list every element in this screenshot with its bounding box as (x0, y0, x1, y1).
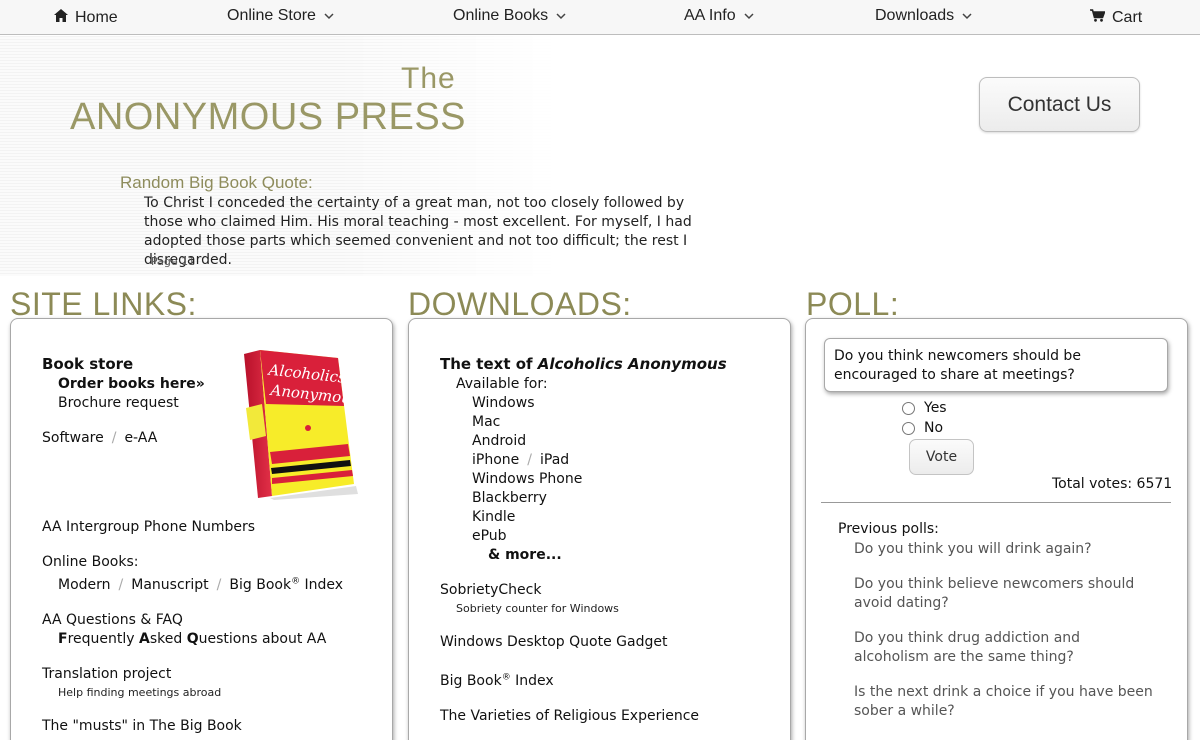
big-book-cover-image[interactable]: Alcoholics Anonymous (240, 348, 360, 500)
registered-mark: ® (501, 672, 511, 683)
previous-poll-item[interactable]: Is the next drink a choice if you have b… (854, 683, 1154, 721)
platform-windows-phone[interactable]: Windows Phone (472, 471, 582, 487)
nav-downloads[interactable]: Downloads (875, 7, 973, 25)
aa-text-link[interactable]: The text of Alcoholics Anonymous (440, 355, 727, 373)
more-platforms-link[interactable]: & more... (488, 547, 562, 563)
yes-label: Yes (924, 400, 947, 416)
nav-cart[interactable]: Cart (1090, 9, 1142, 27)
separator: / (527, 452, 532, 468)
quote-text: To Christ I conceded the certainty of a … (144, 195, 692, 268)
nav-home[interactable]: Home (54, 9, 118, 27)
no-radio[interactable] (902, 421, 915, 435)
vote-button[interactable]: Vote (909, 439, 974, 475)
chevron-down-icon (961, 10, 973, 22)
nav-downloads-label: Downloads (875, 7, 955, 24)
logo-the[interactable]: The (401, 62, 456, 96)
poll-question: Do you think newcomers should be encoura… (824, 338, 1168, 392)
nav-online-books[interactable]: Online Books (453, 7, 567, 25)
faq-q: Q (186, 631, 199, 647)
separator: / (118, 577, 124, 593)
faq-f: F (58, 631, 68, 647)
nav-cart-label: Cart (1112, 9, 1143, 26)
contact-us-button[interactable]: Contact Us (979, 77, 1140, 132)
previous-poll-item[interactable]: Do you think you will drink again? (854, 540, 1154, 559)
software-row: Software / e-AA (42, 430, 157, 446)
chevron-down-icon (743, 10, 755, 22)
manuscript-link[interactable]: Manuscript (131, 577, 208, 593)
aa-text-title: Alcoholics Anonymous (537, 355, 727, 373)
separator: / (216, 577, 222, 593)
available-for-label: Available for: (456, 376, 548, 392)
logo-anonymous-press[interactable]: ANONYMOUS PRESS (70, 96, 466, 139)
index-word: Index (304, 577, 344, 593)
sobriety-check-link[interactable]: SobrietyCheck (440, 582, 541, 598)
previous-poll-item[interactable]: Do you think believe newcomers should av… (854, 575, 1154, 613)
previous-polls-label: Previous polls: (838, 521, 939, 537)
cart-icon (1090, 9, 1106, 27)
order-books-label: Order books here (58, 376, 196, 392)
no-label: No (924, 420, 944, 436)
brochure-request-link[interactable]: Brochure request (58, 395, 179, 411)
faq-subtitle-link[interactable]: Frequently Asked Questions about AA (58, 631, 326, 647)
order-books-arrow: » (195, 376, 205, 392)
separator: / (111, 430, 117, 446)
bigbook-index-link[interactable]: Big Book® Index (229, 577, 343, 593)
registered-mark: ® (291, 576, 301, 587)
sobriety-check-subtitle: Sobriety counter for Windows (456, 602, 619, 615)
dl-index-word: Index (515, 673, 554, 689)
nav-online-store-label: Online Store (227, 7, 316, 24)
dl-bigbook-word: Big Book (440, 673, 502, 689)
quote-title: Random Big Book Quote: (120, 173, 313, 192)
platform-epub[interactable]: ePub (472, 528, 507, 544)
poll-divider (821, 502, 1171, 503)
platform-mac[interactable]: Mac (472, 414, 500, 430)
chevron-down-icon (323, 10, 335, 22)
nav-aa-info-label: AA Info (684, 7, 736, 24)
poll-option-no[interactable]: No (902, 420, 943, 436)
aa-text-prefix: The text of (440, 355, 538, 373)
order-books-link[interactable]: Order books here» (58, 376, 205, 392)
translation-subtitle[interactable]: Help finding meetings abroad (58, 686, 221, 699)
bigbook-word: Big Book (229, 577, 292, 593)
online-books-row: Modern / Manuscript / Big Book® Index (58, 577, 343, 593)
platform-android[interactable]: Android (472, 433, 526, 449)
phone-numbers-link[interactable]: AA Intergroup Phone Numbers (42, 519, 255, 535)
faq-part3: uestions about AA (198, 631, 327, 647)
platform-iphone[interactable]: iPhone (472, 452, 519, 468)
quote-page[interactable]: Page 11 (151, 255, 195, 268)
faq-part1: requently (67, 631, 139, 647)
software-link[interactable]: Software (42, 430, 104, 446)
faq-part2: sked (149, 631, 187, 647)
online-books-label: Online Books: (42, 554, 139, 570)
nav-aa-info[interactable]: AA Info (684, 7, 755, 25)
previous-poll-item[interactable]: Do you think drug addiction and alcoholi… (854, 629, 1154, 667)
translation-link[interactable]: Translation project (42, 666, 171, 682)
musts-link[interactable]: The "musts" in The Big Book (42, 718, 242, 734)
faq-a: A (139, 631, 150, 647)
chevron-down-icon (555, 10, 567, 22)
top-navigation: Home Online Store Online Books AA Info D… (0, 0, 1200, 35)
home-icon (54, 9, 68, 27)
modern-link[interactable]: Modern (58, 577, 111, 593)
platform-ios-row: iPhone / iPad (472, 452, 569, 468)
total-votes: Total votes: 6571 (1052, 476, 1173, 492)
platform-blackberry[interactable]: Blackberry (472, 490, 547, 506)
nav-online-store[interactable]: Online Store (227, 7, 335, 25)
dl-bigbook-index-link[interactable]: Big Book® Index (440, 673, 554, 689)
eaa-link[interactable]: e-AA (124, 430, 157, 446)
quote-gadget-link[interactable]: Windows Desktop Quote Gadget (440, 634, 667, 650)
nav-online-books-label: Online Books (453, 7, 549, 24)
platform-kindle[interactable]: Kindle (472, 509, 515, 525)
varieties-link[interactable]: The Varieties of Religious Experience (440, 708, 699, 724)
faq-link[interactable]: AA Questions & FAQ (42, 612, 183, 628)
platform-ipad[interactable]: iPad (540, 452, 569, 468)
nav-home-label: Home (75, 9, 118, 26)
poll-option-yes[interactable]: Yes (902, 400, 947, 416)
platform-windows[interactable]: Windows (472, 395, 535, 411)
yes-radio[interactable] (902, 401, 915, 415)
book-store-link[interactable]: Book store (42, 355, 133, 373)
